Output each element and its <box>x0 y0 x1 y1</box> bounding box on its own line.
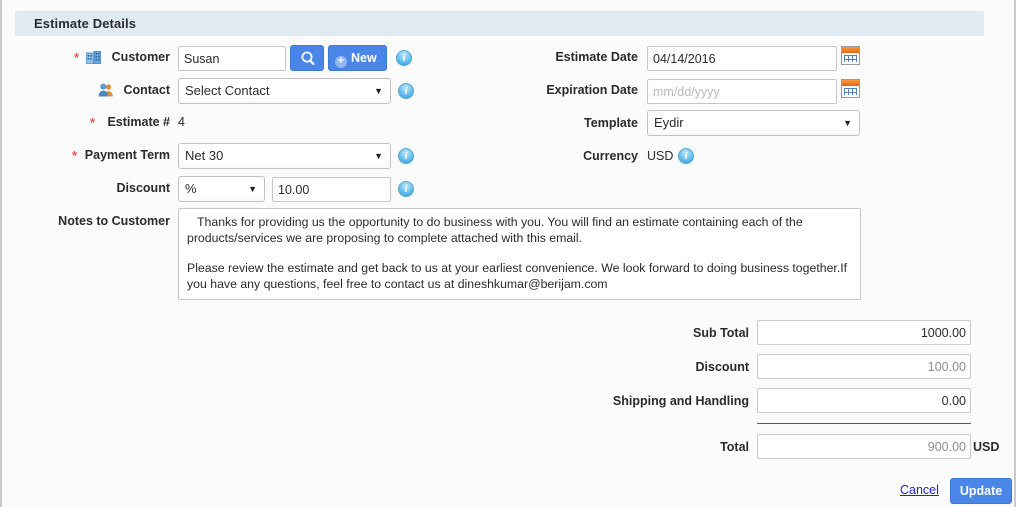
total-currency-suffix: USD <box>973 440 999 454</box>
discount-total-label: Discount <box>482 360 749 374</box>
cancel-link[interactable]: Cancel <box>900 483 939 497</box>
sub-total-input[interactable] <box>757 320 971 345</box>
contact-select-value: Select Contact <box>185 83 270 98</box>
discount-total-input[interactable] <box>757 354 971 379</box>
template-value: Eydir <box>654 115 684 130</box>
discount-info-icon[interactable]: i <box>398 181 414 197</box>
customer-new-button[interactable]: + New <box>328 45 387 71</box>
shipping-and-handling-label: Shipping and Handling <box>482 394 749 408</box>
payment-term-info-icon[interactable]: i <box>398 148 414 164</box>
page-title: Estimate Details <box>34 16 136 31</box>
sub-total-label: Sub Total <box>482 326 749 340</box>
customer-info-icon[interactable]: i <box>396 50 412 66</box>
customer-input[interactable] <box>178 46 286 71</box>
notes-paragraph-2: Please review the estimate and get back … <box>187 261 852 292</box>
chevron-down-icon: ▼ <box>374 79 383 103</box>
template-label: Template <box>472 116 638 130</box>
notes-textarea[interactable]: Thanks for providing us the opportunity … <box>178 208 861 300</box>
payment-term-select[interactable]: Net 30 ▼ <box>178 143 391 169</box>
notes-paragraph-1: Thanks for providing us the opportunity … <box>187 215 852 246</box>
contact-label: Contact <box>2 83 170 97</box>
chevron-down-icon: ▼ <box>374 144 383 168</box>
customer-new-label: New <box>351 51 377 65</box>
estimate-date-input[interactable] <box>647 46 837 71</box>
notes-label: Notes to Customer <box>2 214 170 228</box>
shipping-and-handling-input[interactable] <box>757 388 971 413</box>
discount-type-value: % <box>185 181 197 196</box>
chevron-down-icon: ▼ <box>843 111 852 135</box>
customer-label: Customer <box>2 50 170 64</box>
estimate-date-label: Estimate Date <box>472 50 638 64</box>
discount-label: Discount <box>2 181 170 195</box>
totals-divider <box>757 423 971 424</box>
update-button[interactable]: Update <box>950 478 1012 504</box>
total-input[interactable] <box>757 434 971 459</box>
currency-value: USD <box>647 149 673 163</box>
section-header: Estimate Details <box>15 11 984 36</box>
estimate-number-value: 4 <box>178 115 185 129</box>
total-label: Total <box>482 440 749 454</box>
estimate-details-page: Estimate Details * Customer +New i <box>0 0 1016 507</box>
currency-label: Currency <box>472 149 638 163</box>
template-select[interactable]: Eydir ▼ <box>647 110 860 136</box>
discount-amount-input[interactable] <box>272 177 391 202</box>
contact-select[interactable]: Select Contact ▼ <box>178 78 391 104</box>
contact-info-icon[interactable]: i <box>398 83 414 99</box>
estimate-date-calendar-icon[interactable] <box>841 46 860 65</box>
expiration-date-calendar-icon[interactable] <box>841 79 860 98</box>
discount-type-select[interactable]: % ▼ <box>178 176 265 202</box>
expiration-date-label: Expiration Date <box>472 83 638 97</box>
customer-search-button[interactable] <box>290 45 324 71</box>
expiration-date-input[interactable] <box>647 79 837 104</box>
chevron-down-icon: ▼ <box>248 177 257 201</box>
payment-term-value: Net 30 <box>185 148 223 163</box>
estimate-number-label: Estimate # <box>2 115 170 129</box>
plus-icon: + <box>335 56 347 68</box>
payment-term-label: Payment Term <box>2 148 170 162</box>
currency-info-icon[interactable]: i <box>678 148 694 164</box>
search-icon <box>291 46 325 70</box>
